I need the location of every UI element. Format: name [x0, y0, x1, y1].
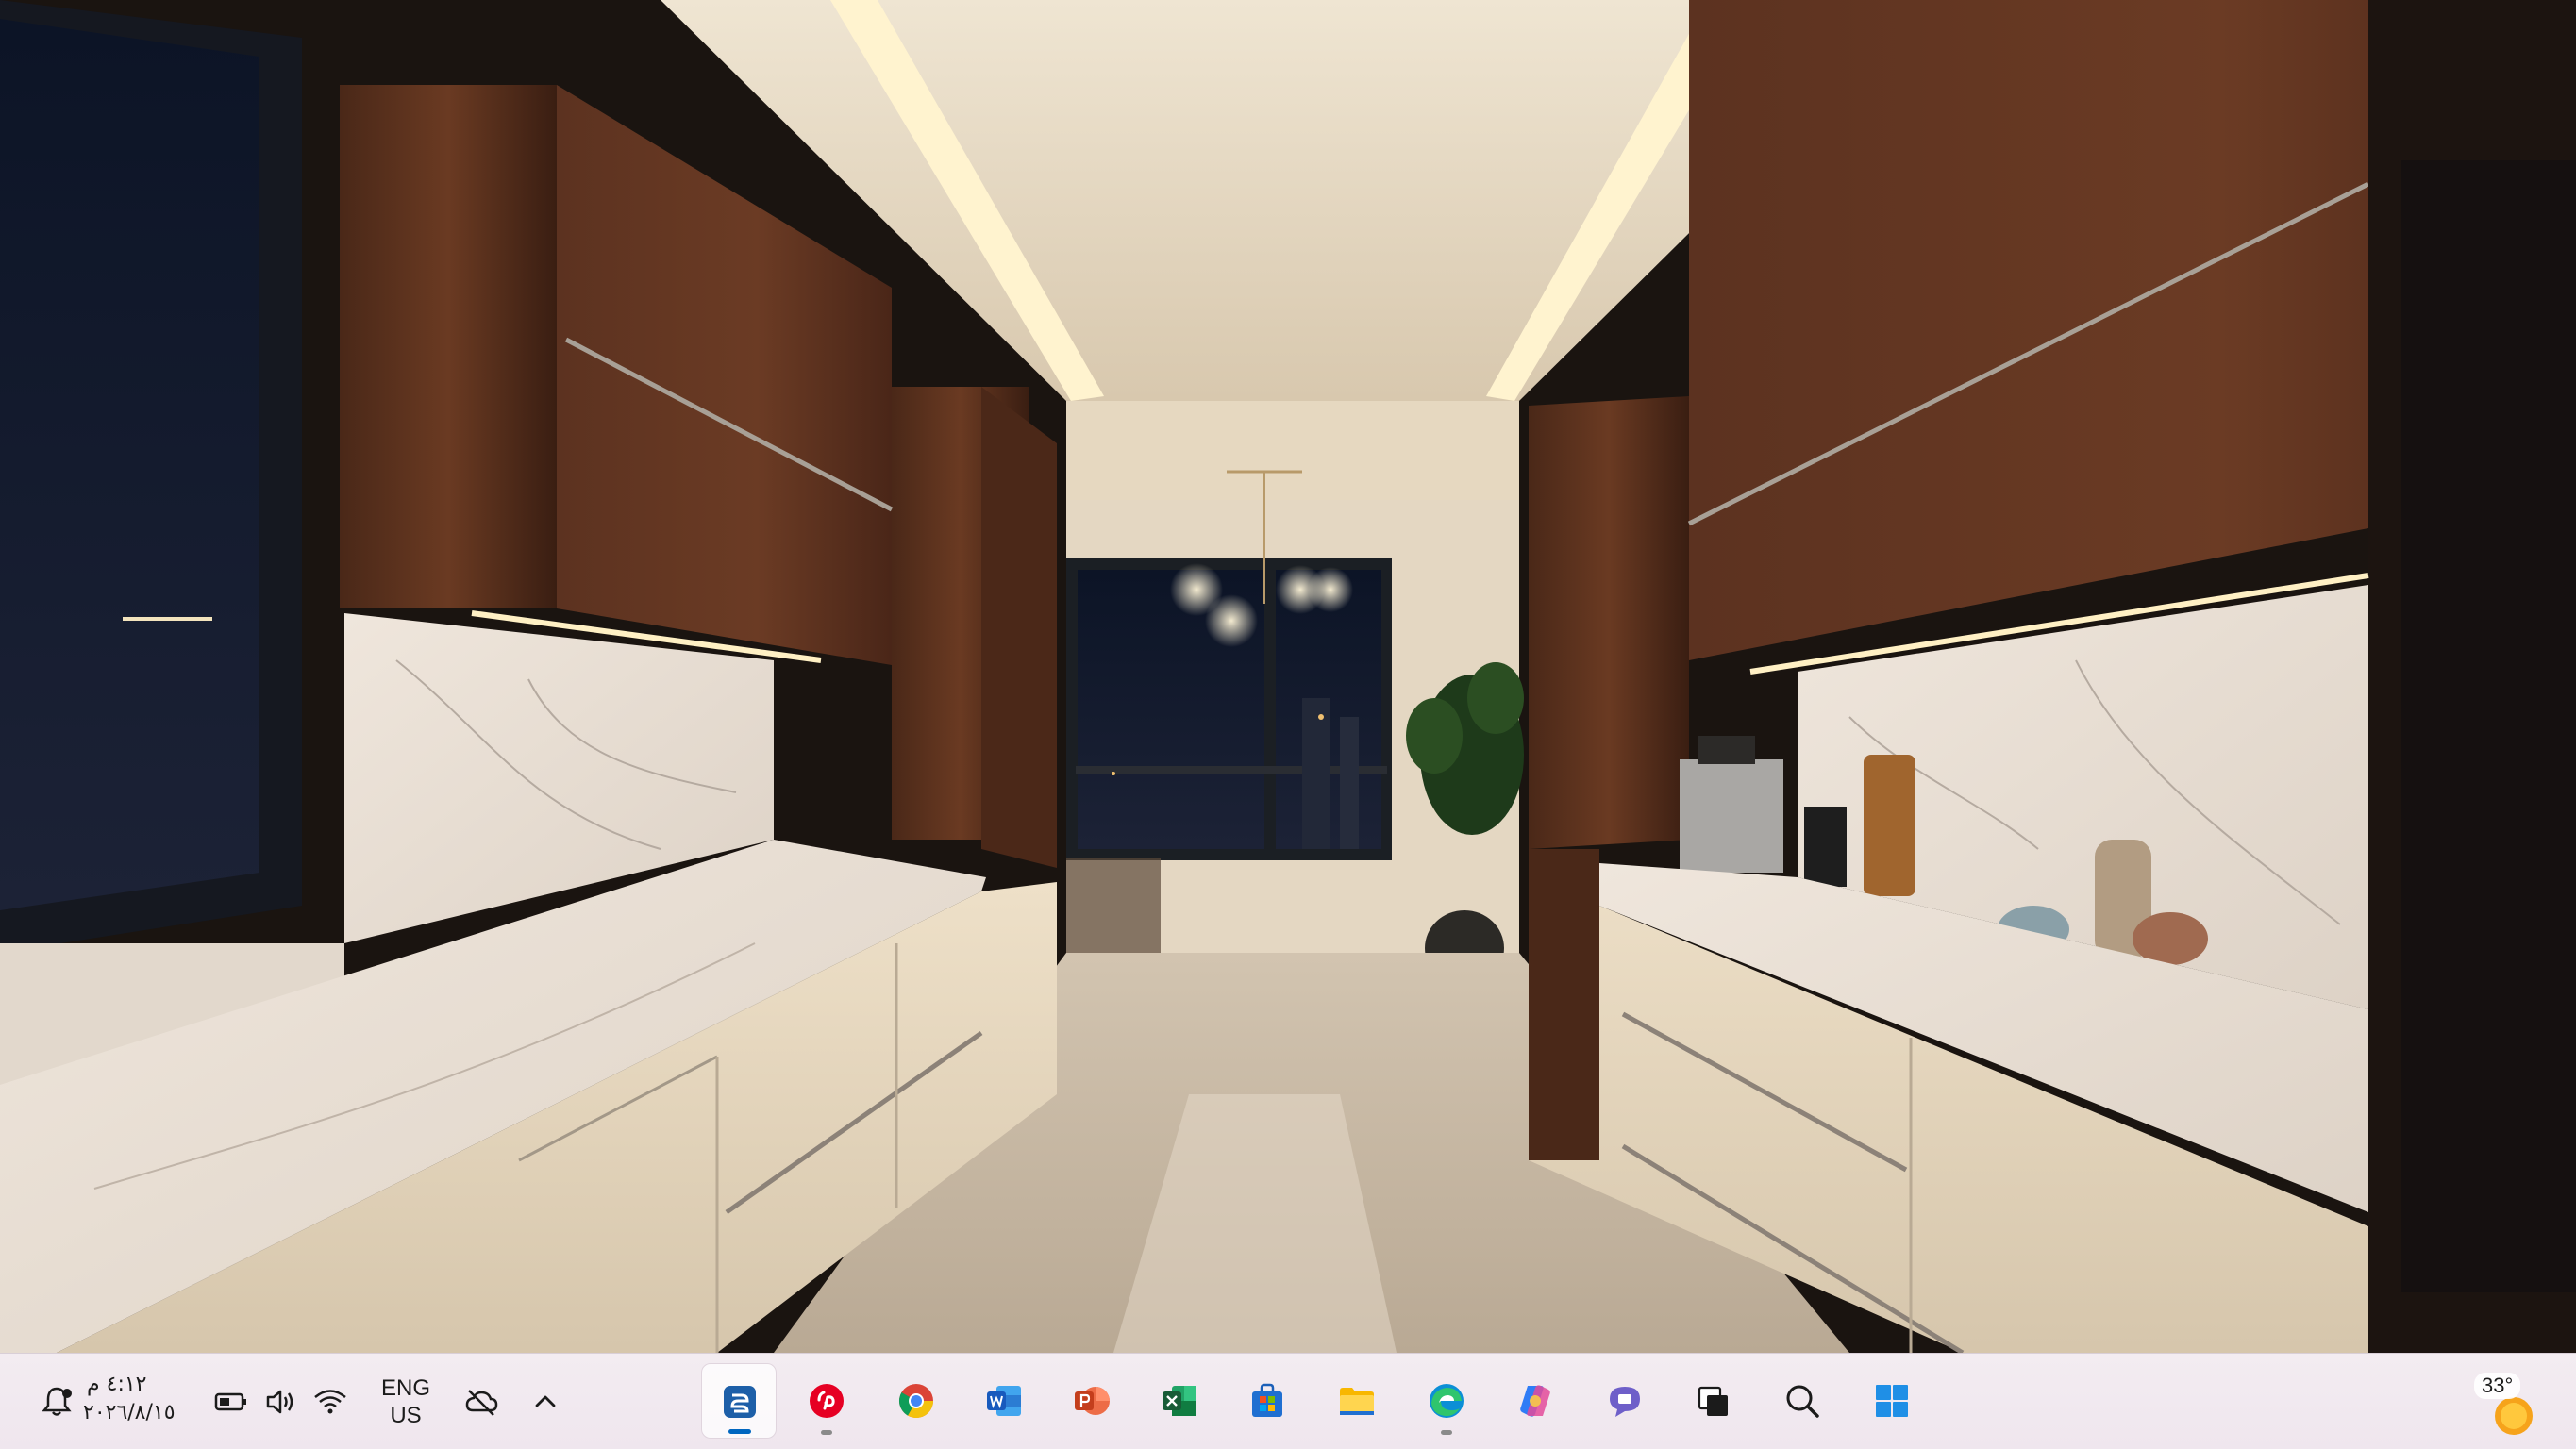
chevron-up-icon[interactable]: [527, 1383, 564, 1421]
store-icon: [1252, 1383, 1282, 1417]
search-icon: [1786, 1385, 1819, 1418]
notification-bell-icon[interactable]: [38, 1383, 75, 1421]
taskbar-clock[interactable]: ٤:١٢ م ٢٠٢٦/٨/١٥: [83, 1371, 196, 1433]
app-running-indicator: [821, 1430, 832, 1435]
chrome-icon: [898, 1384, 933, 1419]
taskbar-task-view[interactable]: [1676, 1363, 1751, 1439]
edge-icon: [1430, 1384, 1464, 1418]
cloud-off-icon[interactable]: [462, 1383, 500, 1421]
taskbar-copilot[interactable]: [1497, 1363, 1573, 1439]
pinterest-icon: [810, 1384, 844, 1418]
taskbar-word[interactable]: [966, 1363, 1042, 1439]
language-code: ENG: [380, 1375, 430, 1401]
taskbar-pinterest[interactable]: [789, 1363, 864, 1439]
taskbar-start[interactable]: [1854, 1363, 1930, 1439]
taskbar-app-1[interactable]: [701, 1363, 777, 1439]
battery-icon[interactable]: [212, 1383, 250, 1421]
taskbar-edge[interactable]: [1409, 1363, 1484, 1439]
taskbar-search[interactable]: [1765, 1363, 1840, 1439]
copilot-icon: [1520, 1385, 1550, 1417]
powerpoint-icon: [1075, 1387, 1110, 1415]
app-1-icon: [724, 1386, 756, 1418]
app-running-indicator: [728, 1429, 751, 1434]
desktop-wallpaper: [0, 0, 2576, 1353]
clock-time: ٤:١٢ م: [87, 1373, 147, 1396]
wifi-icon[interactable]: [311, 1383, 349, 1421]
weather-widget[interactable]: 33°: [2463, 1367, 2548, 1439]
weather-temperature: 33°: [2474, 1373, 2521, 1399]
windows-start-icon: [1876, 1385, 1908, 1417]
folder-icon: [1340, 1388, 1374, 1415]
language-indicator[interactable]: ENG US: [376, 1374, 436, 1431]
taskbar-powerpoint[interactable]: [1054, 1363, 1129, 1439]
excel-icon: [1163, 1386, 1196, 1416]
app-running-indicator: [1441, 1430, 1452, 1435]
word-icon: [987, 1386, 1021, 1416]
clock-date: ٢٠٢٦/٨/١٥: [83, 1401, 176, 1424]
task-view-icon: [1698, 1386, 1728, 1416]
kitchen-scene: [0, 0, 2576, 1353]
chat-icon: [1610, 1387, 1640, 1417]
taskbar-microsoft-store[interactable]: [1229, 1363, 1305, 1439]
taskbar-chat[interactable]: [1587, 1363, 1663, 1439]
volume-icon[interactable]: [262, 1383, 300, 1421]
taskbar-chrome[interactable]: [878, 1363, 954, 1439]
taskbar: ٤:١٢ م ٢٠٢٦/٨/١٥ ENG US 33°: [0, 1353, 2576, 1449]
taskbar-file-explorer[interactable]: [1319, 1363, 1395, 1439]
taskbar-excel[interactable]: [1142, 1363, 1217, 1439]
language-region: US: [390, 1403, 422, 1428]
